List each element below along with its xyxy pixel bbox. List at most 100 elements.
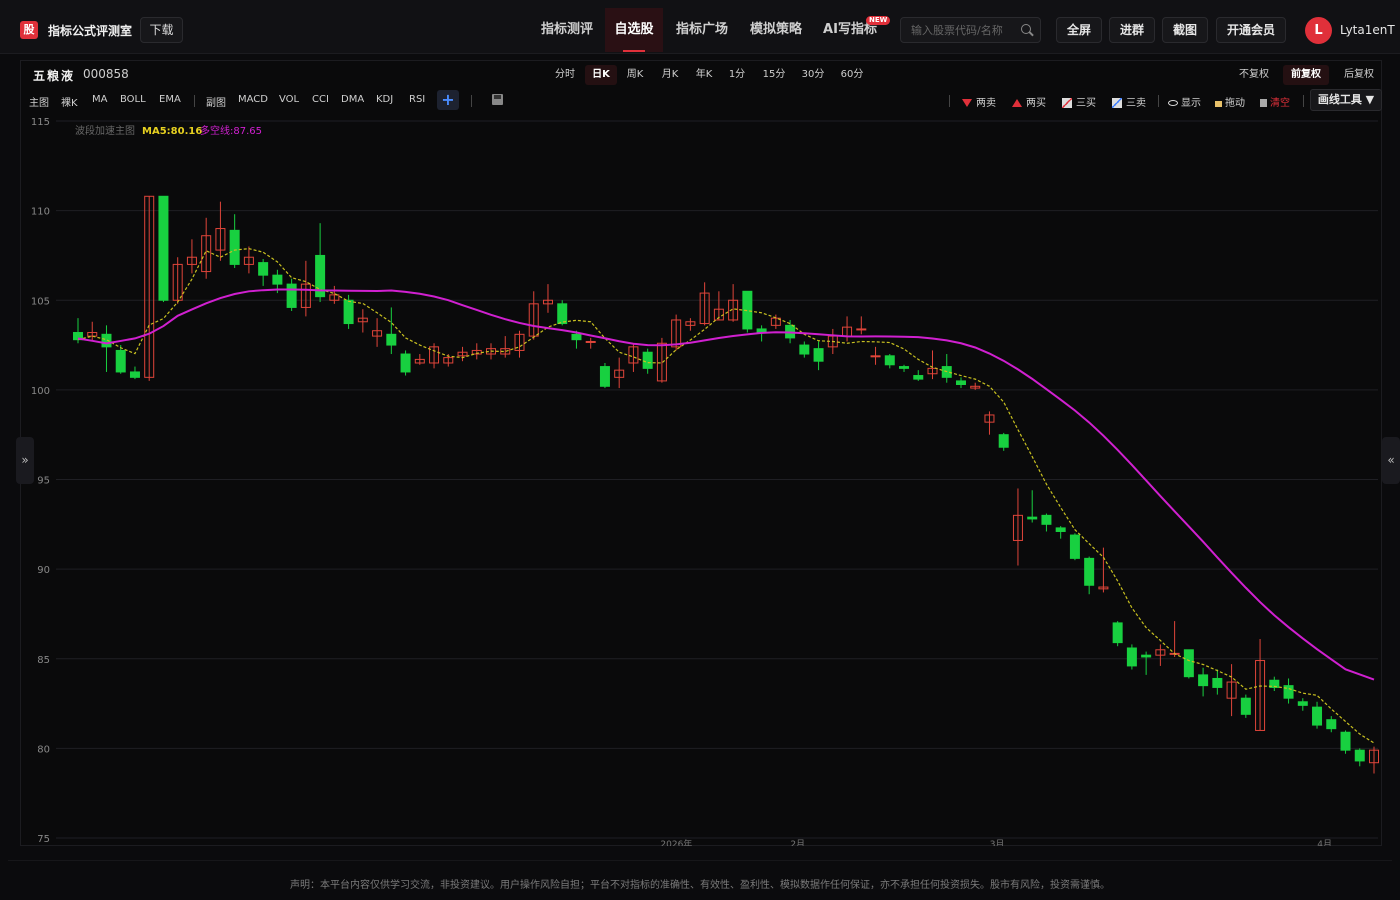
period-weekly[interactable]: 周K [619, 65, 651, 85]
period-60min[interactable]: 60分 [835, 65, 869, 85]
period-15min[interactable]: 15分 [757, 65, 791, 85]
clear-label: 清空 [1270, 98, 1290, 109]
two-sell-label: 两卖 [976, 98, 996, 109]
stock-name: 五粮液 [33, 69, 76, 83]
period-daily[interactable]: 日K [585, 65, 617, 85]
y-tick-label: 75 [37, 834, 50, 845]
screenshot-button[interactable]: 截图 [1162, 17, 1208, 43]
candle-down [1183, 649, 1194, 678]
period-intraday[interactable]: 分时 [549, 65, 581, 85]
show-toggle[interactable]: 显示 [1168, 94, 1201, 109]
candle-down [599, 366, 610, 387]
x-tick-label: 4月 [1317, 839, 1332, 846]
period-1min[interactable]: 1分 [723, 65, 751, 85]
legend-ma5: MA5:80.16 [142, 126, 202, 137]
clear-button[interactable]: 清空 [1260, 94, 1290, 109]
candle-down [1041, 514, 1052, 525]
candle-up [856, 328, 867, 331]
candle-down [642, 351, 653, 369]
nav-ai-write-indicator[interactable]: AI写指标 [814, 8, 886, 52]
candle-down [1240, 697, 1251, 715]
candle-down [1198, 674, 1209, 687]
username[interactable]: Lyta1enT [1340, 23, 1395, 37]
two-sell-tool[interactable]: 两卖 [962, 94, 996, 109]
indicator-kdj[interactable]: KDJ [376, 94, 393, 105]
fullscreen-button[interactable]: 全屏 [1056, 17, 1102, 43]
indicator-boll[interactable]: BOLL [120, 94, 146, 105]
period-30min[interactable]: 30分 [796, 65, 830, 85]
candle-down [1297, 701, 1308, 706]
candle-up [585, 340, 596, 343]
two-buy-tool[interactable]: 两买 [1012, 94, 1046, 109]
nav-indicator-review[interactable]: 指标测评 [530, 8, 604, 52]
nav-watchlist[interactable]: 自选股 [605, 8, 663, 52]
main-chart-label: 主图 [29, 98, 49, 109]
y-tick-label: 90 [37, 565, 50, 576]
three-sell-tool[interactable]: 三卖 [1112, 94, 1146, 109]
y-tick-label: 105 [31, 296, 50, 307]
triangle-up-icon [1012, 99, 1022, 107]
candle-down [158, 195, 169, 301]
candle-down [1326, 719, 1337, 730]
y-tick-label: 95 [37, 476, 50, 487]
candle-down [229, 229, 240, 265]
candle-down [1141, 654, 1152, 658]
candle-up [870, 355, 881, 358]
drag-toggle[interactable]: 拖动 [1215, 94, 1245, 109]
search-input[interactable] [901, 18, 1016, 42]
candle-down [813, 348, 824, 362]
avatar[interactable]: L [1305, 17, 1332, 44]
indicator-ema[interactable]: EMA [159, 94, 181, 105]
candle-down [1354, 749, 1365, 762]
nav-simulated-strategy[interactable]: 模拟策略 [740, 8, 812, 52]
indicator-rsi[interactable]: RSI [409, 94, 425, 105]
x-tick-label: 3月 [990, 839, 1005, 846]
drag-label: 拖动 [1225, 98, 1245, 109]
ma5-line [77, 248, 1375, 744]
indicator-ma[interactable]: MA [92, 94, 107, 105]
indicator-dma[interactable]: DMA [341, 94, 364, 105]
three-sell-label: 三卖 [1126, 98, 1146, 109]
candle-down [400, 353, 411, 373]
join-group-button[interactable]: 进群 [1109, 17, 1155, 43]
candle-down [1069, 534, 1080, 559]
indicator-vol[interactable]: VOL [279, 94, 299, 105]
candle-down [913, 375, 924, 380]
x-tick-label: 2月 [790, 839, 805, 846]
period-monthly[interactable]: 月K [654, 65, 686, 85]
save-icon[interactable] [492, 94, 503, 105]
candle-down [1055, 527, 1066, 532]
legend-indicator-name: 波段加速主图 [75, 124, 135, 137]
indicator-cci[interactable]: CCI [312, 94, 329, 105]
pen-icon [1062, 98, 1072, 108]
fq-forward[interactable]: 前复权 [1283, 65, 1329, 85]
candle-down [343, 299, 354, 325]
top-bar: 股 指标公式评测室 下载 指标测评 自选股 指标广场 模拟策略 AI写指标 NE… [0, 0, 1400, 54]
draw-tools-dropdown[interactable]: 画线工具 ▼ [1310, 89, 1382, 111]
search-box[interactable] [900, 17, 1041, 43]
fq-none[interactable]: 不复权 [1231, 65, 1277, 85]
indicator-bare-k[interactable]: 裸K [61, 94, 78, 109]
kline-chart[interactable]: 75 80 85 90 95 100 105 110 115 2026年 2月 3月 4月 波段加速主图 M… [20, 113, 1382, 846]
y-tick-label: 110 [31, 207, 50, 218]
legend-bull-bear-line: 多空线:87.65 [200, 124, 262, 137]
new-badge: NEW [866, 16, 891, 25]
y-tick-label: 100 [31, 386, 50, 397]
candle-down [998, 434, 1009, 448]
divider [1158, 95, 1159, 107]
candle-down [799, 344, 810, 355]
three-buy-tool[interactable]: 三买 [1062, 94, 1096, 109]
y-tick-label: 115 [31, 117, 50, 128]
candle-down [1340, 731, 1351, 751]
download-button[interactable]: 下载 [140, 17, 183, 43]
sub-chart-label: 副图 [206, 98, 226, 109]
candle-down [1112, 622, 1123, 644]
add-indicator-button[interactable]: + [437, 90, 459, 110]
period-yearly[interactable]: 年K [688, 65, 720, 85]
expand-right-handle[interactable]: « [1382, 437, 1400, 484]
indicator-macd[interactable]: MACD [238, 94, 268, 105]
fq-backward[interactable]: 后复权 [1336, 65, 1382, 85]
search-icon[interactable] [1021, 24, 1031, 34]
nav-indicator-square[interactable]: 指标广场 [666, 8, 738, 52]
vip-button[interactable]: 开通会员 [1216, 17, 1286, 43]
